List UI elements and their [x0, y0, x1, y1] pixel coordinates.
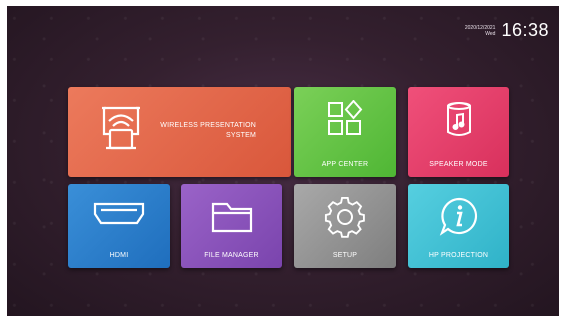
hdmi-port-icon: [93, 201, 145, 232]
tile-hdmi[interactable]: HDMI: [68, 184, 170, 268]
info-chat-icon: [439, 196, 479, 241]
status-clock: 2020/12/2021 Wed 16:38: [465, 20, 549, 41]
tile-label: WIRELESS PRESENTATION SYSTEM: [160, 122, 256, 139]
tile-label: HDMI: [109, 252, 129, 259]
gear-icon: [324, 196, 366, 243]
weekday-text: Wed: [485, 30, 496, 37]
tile-speaker-mode[interactable]: SPEAKER MODE: [408, 87, 509, 177]
wireless-screen-icon: [98, 104, 144, 157]
launcher-screen: 2020/12/2021 Wed 16:38 WIRELESS PRESENTA…: [7, 6, 559, 316]
tile-setup[interactable]: SETUP: [294, 184, 396, 268]
tile-label: HP PROJECTION: [428, 252, 489, 259]
tile-label: SPEAKER MODE: [429, 161, 488, 168]
tile-label: APP CENTER: [321, 161, 369, 168]
speaker-music-icon: [444, 100, 474, 145]
tile-label: FILE MANAGER: [204, 252, 259, 259]
tile-label: SETUP: [332, 252, 358, 259]
tile-hp-projection[interactable]: HP PROJECTION: [408, 184, 509, 268]
tile-app-center[interactable]: APP CENTER: [294, 87, 396, 177]
time-text: 16:38: [501, 20, 549, 40]
tile-file-manager[interactable]: FILE MANAGER: [181, 184, 282, 268]
apps-grid-icon: [327, 99, 363, 143]
date-block: 2020/12/2021 Wed: [465, 25, 496, 37]
folder-icon: [211, 200, 253, 239]
tile-wireless-presentation[interactable]: WIRELESS PRESENTATION SYSTEM: [68, 87, 291, 177]
